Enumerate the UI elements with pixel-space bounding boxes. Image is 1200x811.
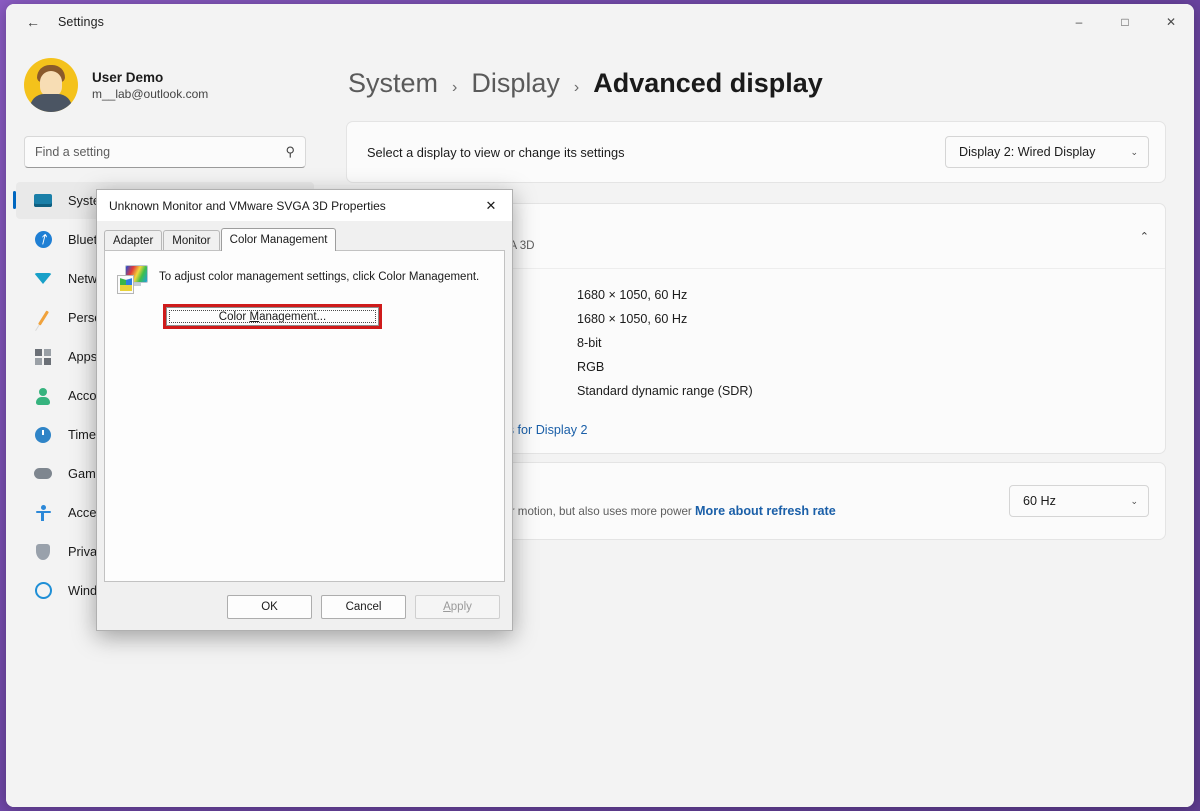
display-select-dropdown[interactable]: Display 2: Wired Display ⌄	[945, 136, 1149, 168]
more-about-refresh-rate-link[interactable]: More about refresh rate	[695, 504, 836, 518]
search-input[interactable]	[35, 145, 285, 159]
color-management-icon	[117, 263, 149, 295]
cancel-button[interactable]: Cancel	[321, 595, 406, 619]
shield-icon	[32, 542, 54, 562]
dialog-panel: To adjust color management settings, cli…	[104, 250, 505, 582]
window-controls: – □ ✕	[1056, 4, 1194, 40]
refresh-rate-value: 60 Hz	[1023, 494, 1056, 508]
info-value: RGB	[577, 360, 604, 374]
info-value: 1680 × 1050, 60 Hz	[577, 312, 687, 326]
search-icon: ⚲	[285, 144, 295, 160]
tab-monitor[interactable]: Monitor	[163, 230, 219, 250]
apps-icon	[32, 347, 54, 367]
color-management-highlight: Color Management...	[163, 304, 382, 329]
monitor-properties-dialog: Unknown Monitor and VMware SVGA 3D Prope…	[96, 189, 513, 631]
title-bar: ← Settings – □ ✕	[6, 4, 1194, 40]
dialog-close-icon[interactable]: ✕	[470, 190, 512, 222]
display-select-label: Select a display to view or change its s…	[367, 145, 625, 160]
maximize-icon[interactable]: □	[1102, 4, 1148, 40]
profile-name: User Demo	[92, 70, 208, 85]
dialog-title-bar: Unknown Monitor and VMware SVGA 3D Prope…	[97, 190, 512, 222]
breadcrumb: System › Display › Advanced display	[348, 40, 1166, 121]
profile-email: m__lab@outlook.com	[92, 87, 208, 101]
clock-icon	[32, 425, 54, 445]
breadcrumb-separator: ›	[574, 79, 579, 97]
color-management-button[interactable]: Color Management...	[166, 307, 379, 326]
info-value: Standard dynamic range (SDR)	[577, 384, 753, 398]
breadcrumb-display[interactable]: Display	[471, 68, 560, 99]
color-management-description: To adjust color management settings, cli…	[159, 271, 479, 283]
apply-button: Apply	[415, 595, 500, 619]
bluetooth-icon: ᛏ	[32, 230, 54, 250]
dialog-tabs: Adapter Monitor Color Management	[97, 228, 512, 250]
sidebar-item-label: Apps	[68, 349, 97, 364]
paintbrush-icon	[32, 308, 54, 328]
info-value: 1680 × 1050, 60 Hz	[577, 288, 687, 302]
sync-icon	[32, 581, 54, 601]
breadcrumb-system[interactable]: System	[348, 68, 438, 99]
search-box[interactable]: ⚲	[24, 136, 306, 168]
breadcrumb-separator: ›	[452, 79, 457, 97]
close-icon[interactable]: ✕	[1148, 4, 1194, 40]
dialog-title: Unknown Monitor and VMware SVGA 3D Prope…	[109, 199, 386, 213]
gamepad-icon	[32, 464, 54, 484]
chevron-up-icon[interactable]: ⌃	[1140, 230, 1149, 243]
display-select-row: Select a display to view or change its s…	[346, 121, 1166, 183]
page-title: Advanced display	[593, 68, 823, 99]
monitor-icon	[32, 191, 54, 211]
tab-adapter[interactable]: Adapter	[104, 230, 162, 250]
info-value: 8-bit	[577, 336, 602, 350]
wifi-icon	[32, 269, 54, 289]
person-icon	[32, 386, 54, 406]
back-arrow-icon[interactable]: ←	[18, 9, 48, 35]
minimize-icon[interactable]: –	[1056, 4, 1102, 40]
tab-color-management[interactable]: Color Management	[221, 228, 337, 251]
chevron-down-icon: ⌄	[1130, 496, 1138, 507]
avatar	[24, 58, 78, 112]
profile[interactable]: User Demo m__lab@outlook.com	[6, 40, 324, 112]
window-title: Settings	[58, 15, 104, 29]
display-select-value: Display 2: Wired Display	[959, 145, 1095, 159]
color-management-button-label: Color Management...	[219, 311, 326, 323]
accessibility-icon	[32, 503, 54, 523]
dialog-footer: OK Cancel Apply	[97, 584, 512, 630]
refresh-rate-dropdown[interactable]: 60 Hz ⌄	[1009, 485, 1149, 517]
ok-button[interactable]: OK	[227, 595, 312, 619]
chevron-down-icon: ⌄	[1130, 147, 1138, 158]
